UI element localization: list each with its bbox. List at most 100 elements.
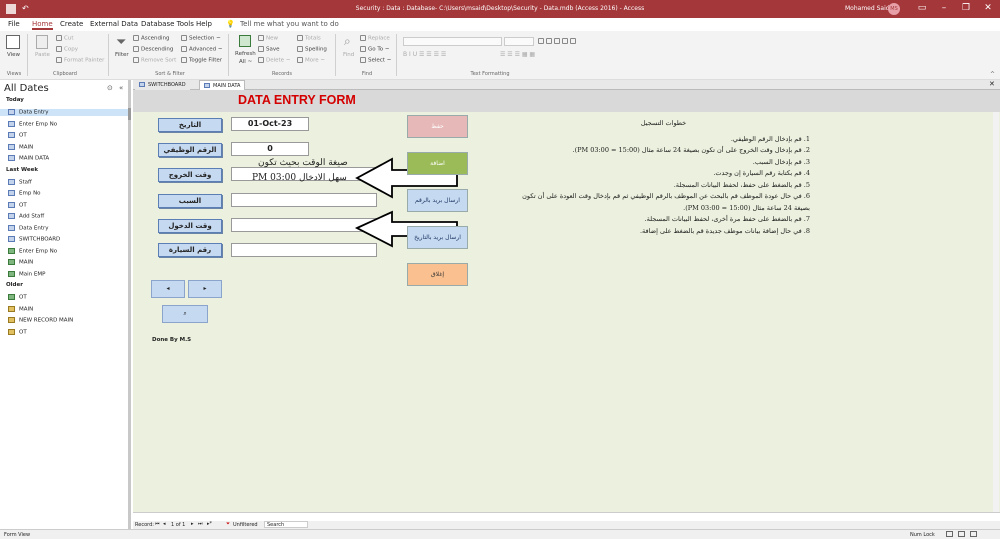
refresh-button[interactable]: Refresh [235,51,256,57]
view-icon[interactable] [6,35,20,49]
align-buttons[interactable]: ☰ ☰ ☰ ▦ ▦ [500,51,600,60]
nav-item[interactable]: Data Entry [8,224,49,231]
ascending-button[interactable]: Ascending [133,35,170,42]
paste-icon[interactable] [36,35,48,49]
email-by-date-button[interactable]: ارسال بريد بالتاريخ [407,226,468,249]
paste-button[interactable]: Paste [35,52,50,58]
advanced-button[interactable]: Advanced ~ [181,46,223,53]
nav-section-header[interactable]: Today [6,97,24,103]
nav-section-header[interactable]: Last Week [6,167,38,173]
nav-item[interactable]: OT [8,201,27,208]
replace-button[interactable]: Replace [360,35,390,42]
font-name-select[interactable] [403,37,502,46]
toggle-filter-button[interactable]: Toggle Filter [181,57,222,64]
view-button[interactable]: View [7,52,20,58]
record-search-input[interactable]: Search [264,521,308,528]
nav-item[interactable]: MAIN [8,305,33,312]
list-buttons[interactable] [538,37,598,46]
nav-item[interactable]: MAIN DATA [8,155,49,162]
last-record-icon[interactable]: ⏭ [198,521,203,527]
collapse-ribbon-icon[interactable]: ^ [990,71,995,78]
tab-help[interactable]: Help [196,20,212,28]
filter-status[interactable]: Unfiltered [233,522,258,528]
totals-button[interactable]: Totals [297,35,321,42]
copy-button[interactable]: Copy [56,46,78,53]
select-button[interactable]: Select ~ [360,57,391,64]
nav-scrollbar[interactable] [128,108,131,120]
next-record-button[interactable]: ▸ [188,280,222,298]
nav-header[interactable]: All Dates [4,83,49,94]
nav-item[interactable]: Emp No [8,190,41,197]
nav-item[interactable]: MAIN [8,143,33,150]
tab-switchboard[interactable]: SWITCHBOARD [135,80,190,90]
tab-database-tools[interactable]: Database Tools [141,20,194,28]
nav-item[interactable]: Add Staff [8,213,44,220]
find-button[interactable]: Find [343,52,354,58]
spelling-button[interactable]: Spelling [297,46,327,53]
magnifier-icon[interactable]: ⌕ [344,34,351,49]
nav-item[interactable]: Enter Emp No [8,120,57,127]
form-view-icon[interactable] [946,531,953,537]
prev-record-icon[interactable]: ◂ [163,521,166,527]
new-record-icon[interactable]: ▸* [207,521,212,527]
format-painter-button[interactable]: Format Painter [56,57,104,64]
nav-item[interactable]: MAIN [8,259,33,266]
tab-main-data[interactable]: MAIN DATA [199,80,246,90]
selection-button[interactable]: Selection ~ [181,35,221,42]
add-button[interactable]: اضافة [407,152,468,175]
design-view-icon[interactable] [970,531,977,537]
restore-icon[interactable]: ❐ [960,3,972,13]
nav-options-icon[interactable]: ⊙ [107,84,113,92]
layout-view-icon[interactable] [958,531,965,537]
refresh-all-dropdown[interactable]: All ~ [239,59,252,65]
previous-record-button[interactable]: ◂ [151,280,185,298]
descending-button[interactable]: Descending [133,46,173,53]
nav-item[interactable]: Enter Emp No [8,247,57,254]
delete-button[interactable]: Delete ~ [258,57,290,64]
tab-file[interactable]: File [8,20,20,28]
nav-item[interactable]: Data Entry [0,109,128,116]
undo-icon[interactable]: ↶ [22,4,29,13]
nav-item[interactable]: OT [8,132,27,139]
nav-item-label: OT [19,202,27,208]
tell-me-input[interactable]: Tell me what you want to do [240,20,339,28]
filter-button[interactable]: Filter [115,52,129,58]
nav-section-header[interactable]: Older [6,282,23,288]
tab-create[interactable]: Create [60,20,83,28]
form-scrollbar[interactable] [993,112,999,512]
refresh-icon[interactable] [239,35,251,47]
avatar[interactable]: MS [888,3,900,15]
employee-number-field[interactable]: 0 [231,142,309,156]
new-record-button[interactable]: New [258,35,278,42]
nav-item[interactable]: NEW RECORD MAIN [8,317,73,324]
more-button[interactable]: More ~ [297,57,325,64]
shutter-bar-close-icon[interactable]: « [119,84,123,92]
font-size-select[interactable] [504,37,534,46]
user-name[interactable]: Mohamed Said [845,5,890,12]
nav-item[interactable]: OT [8,294,27,301]
minimize-icon[interactable]: – [938,3,950,13]
email-by-number-button[interactable]: ارسال بريد بالرقم [407,189,468,212]
next-record-icon[interactable]: ▸ [191,521,194,527]
nav-item[interactable]: OT [8,328,27,335]
nav-item[interactable]: Main EMP [8,270,45,277]
close-icon[interactable]: ✕ [982,3,994,13]
ribbon-display-icon[interactable]: ▭ [916,3,928,13]
close-form-button[interactable]: إغلاق [407,263,468,286]
date-field[interactable]: 01-Oct-23 [231,117,309,131]
search-button[interactable]: ⌕ [162,305,208,323]
cut-button[interactable]: Cut [56,35,73,42]
tab-home[interactable]: Home [32,20,53,30]
nav-item[interactable]: Staff [8,178,32,185]
nav-item[interactable]: SWITCHBOARD [8,236,60,243]
goto-button[interactable]: Go To ~ [360,46,390,53]
save-record-button[interactable]: Save [258,46,280,53]
tab-external-data[interactable]: External Data [90,20,138,28]
funnel-icon[interactable]: ⏷ [116,35,126,50]
save-button[interactable]: حفظ [407,115,468,138]
remove-sort-button[interactable]: Remove Sort [133,57,176,64]
first-record-icon[interactable]: ⏮ [155,521,160,527]
record-position[interactable]: 1 of 1 [171,522,185,528]
save-icon[interactable] [6,4,16,14]
close-tab-icon[interactable]: ✕ [989,80,995,88]
